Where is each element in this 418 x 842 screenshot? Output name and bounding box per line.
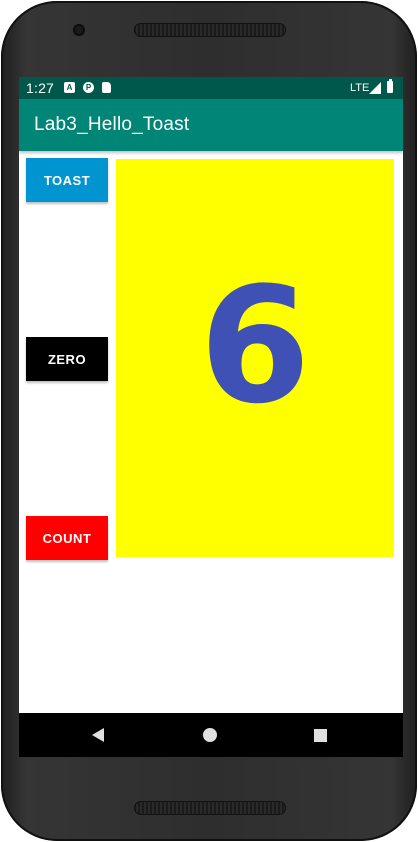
network-type: LTE — [350, 82, 370, 94]
earpiece-speaker — [134, 23, 286, 37]
home-icon[interactable] — [203, 728, 217, 742]
recents-icon[interactable] — [314, 729, 327, 742]
app-bar: Lab3_Hello_Toast — [19, 99, 403, 151]
bottom-speaker — [134, 801, 286, 815]
p-icon: P — [83, 82, 94, 93]
app-title: Lab3_Hello_Toast — [34, 114, 190, 135]
status-bar: 1:27 A P LTE — [19, 77, 403, 99]
signal-icon — [369, 82, 381, 94]
sd-card-icon — [102, 82, 111, 93]
count-panel: 6 — [116, 159, 394, 557]
phone-frame: 1:27 A P LTE Lab3_Hello_Toast TOAST ZERO… — [1, 1, 417, 841]
navigation-bar — [19, 713, 403, 757]
zero-button[interactable]: ZERO — [26, 337, 108, 381]
front-camera — [73, 24, 85, 36]
back-icon[interactable] — [92, 728, 104, 742]
screen: 1:27 A P LTE Lab3_Hello_Toast TOAST ZERO… — [19, 77, 403, 757]
a-icon: A — [64, 82, 75, 93]
toast-button[interactable]: TOAST — [26, 158, 108, 202]
status-time: 1:27 — [26, 80, 55, 96]
count-button[interactable]: COUNT — [26, 516, 108, 560]
battery-icon — [387, 79, 393, 93]
count-value: 6 — [199, 252, 311, 439]
